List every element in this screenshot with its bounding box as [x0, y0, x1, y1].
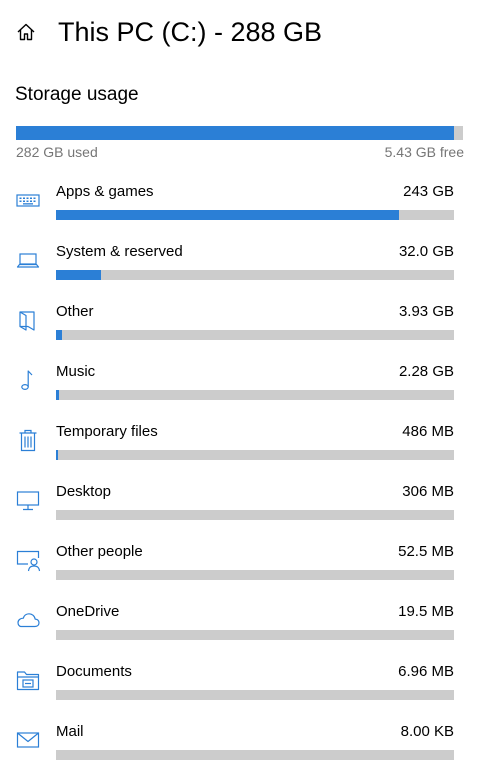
storage-usage-heading: Storage usage	[15, 84, 139, 105]
home-icon	[15, 21, 37, 43]
laptop-icon	[14, 246, 42, 274]
category-label: Other	[56, 303, 94, 320]
category-music[interactable]: Music 2.28 GB	[0, 352, 488, 412]
header: This PC (C:) - 288 GB	[0, 0, 488, 64]
category-usage-bar	[56, 510, 454, 520]
category-usage-bar	[56, 450, 454, 460]
category-label: Apps & games	[56, 183, 154, 200]
category-desktop[interactable]: Desktop 306 MB	[0, 472, 488, 532]
category-size: 19.5 MB	[398, 603, 454, 620]
category-usage-bar-fill	[56, 390, 60, 400]
storage-category-list: Apps & games 243 GB System & reserved 32…	[0, 172, 488, 772]
category-apps-games[interactable]: Apps & games 243 GB	[0, 172, 488, 232]
category-size: 486 MB	[402, 423, 454, 440]
category-other-people[interactable]: Other people 52.5 MB	[0, 532, 488, 592]
category-size: 243 GB	[403, 183, 454, 200]
folder-open-icon	[14, 306, 42, 334]
category-usage-bar	[56, 270, 454, 280]
category-label: Other people	[56, 543, 143, 560]
category-size: 2.28 GB	[398, 363, 454, 380]
category-usage-bar	[56, 630, 454, 640]
category-size: 6.96 MB	[398, 663, 454, 680]
category-size: 8.00 KB	[400, 723, 454, 740]
category-temporary-files[interactable]: Temporary files 486 MB	[0, 412, 488, 472]
category-usage-bar	[56, 750, 454, 760]
category-documents[interactable]: Documents 6.96 MB	[0, 652, 488, 712]
category-mail[interactable]: Mail 8.00 KB	[0, 712, 488, 772]
category-usage-bar	[56, 570, 454, 580]
other-people-icon	[14, 546, 42, 574]
free-space-label: 5.43 GB free	[384, 144, 464, 160]
category-onedrive[interactable]: OneDrive 19.5 MB	[0, 592, 488, 652]
home-button[interactable]	[12, 18, 40, 46]
category-size: 52.5 MB	[398, 543, 454, 560]
category-usage-bar-fill	[56, 270, 101, 280]
category-system-reserved[interactable]: System & reserved 32.0 GB	[0, 232, 488, 292]
category-usage-bar-fill	[56, 330, 62, 340]
category-usage-bar-fill	[56, 210, 400, 220]
category-size: 32.0 GB	[398, 243, 454, 260]
category-usage-bar	[56, 390, 454, 400]
category-usage-bar	[56, 690, 454, 700]
category-usage-bar-fill	[56, 450, 58, 460]
category-label: Desktop	[56, 483, 112, 500]
category-usage-bar	[56, 330, 454, 340]
category-label: Mail	[56, 723, 84, 740]
monitor-icon	[14, 486, 42, 514]
storage-usage-bar	[16, 126, 463, 140]
documents-folder-icon	[14, 666, 42, 694]
cloud-icon	[14, 606, 42, 634]
page-title: This PC (C:) - 288 GB	[58, 17, 323, 47]
keyboard-icon	[14, 186, 42, 214]
category-other[interactable]: Other 3.93 GB	[0, 292, 488, 352]
category-size: 3.93 GB	[398, 303, 454, 320]
mail-icon	[14, 726, 42, 754]
music-note-icon	[14, 366, 42, 394]
storage-usage-bar-fill	[16, 126, 455, 140]
trash-icon	[14, 426, 42, 454]
category-label: Music	[56, 363, 96, 380]
category-usage-bar	[56, 210, 454, 220]
category-label: OneDrive	[56, 603, 120, 620]
used-space-label: 282 GB used	[16, 144, 98, 160]
category-label: Documents	[56, 663, 132, 680]
category-label: Temporary files	[56, 423, 158, 440]
category-size: 306 MB	[402, 483, 454, 500]
category-label: System & reserved	[56, 243, 183, 260]
